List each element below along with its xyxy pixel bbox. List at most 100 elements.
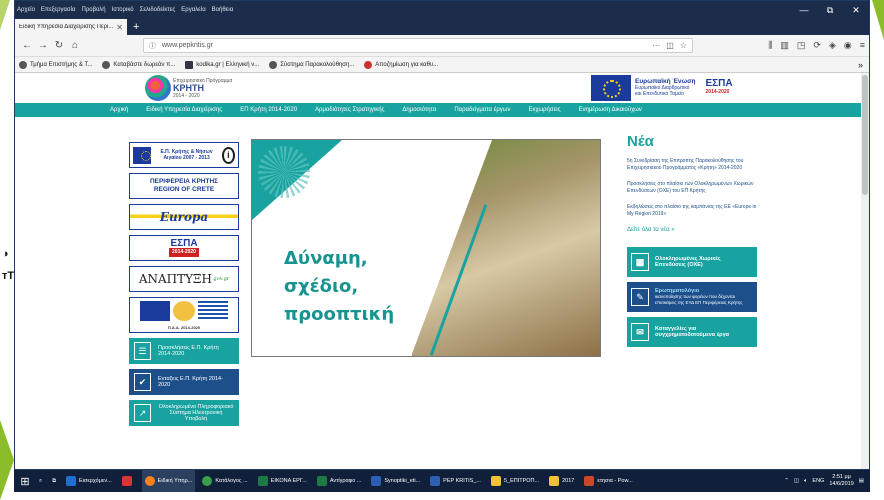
forward-icon[interactable]: → — [35, 38, 51, 54]
button-label: Ενταξεις Ε.Π. Κρήτη 2014-2020 — [158, 376, 223, 388]
menu-help[interactable]: Βοήθεια — [212, 7, 234, 13]
page-actions-icon[interactable]: ··· — [652, 41, 660, 50]
search-icon[interactable]: ⌕ — [36, 470, 45, 492]
clock-date: 14/6/2019 — [829, 481, 854, 487]
hamburger-menu-icon[interactable]: ≡ — [860, 40, 865, 51]
account-icon[interactable]: ◉ — [844, 40, 852, 51]
bookmark-item[interactable]: Αποζημίωση για καθυ... — [364, 60, 438, 69]
pdf-icon — [121, 476, 132, 486]
nav-beneficiaries[interactable]: Ενημέρωση Δικαιούχων — [579, 107, 642, 113]
tray-arrow-icon[interactable]: ⌃ — [784, 478, 789, 484]
volume-icon[interactable]: 🔈︎ — [804, 478, 807, 485]
ep-crete-2007-link[interactable]: Ε.Π. Κρήτης & Νήσων Αιγαίου 2007 - 2013 … — [129, 142, 239, 168]
extension-icon[interactable]: ◈ — [829, 40, 836, 51]
menu-bookmarks[interactable]: Σελιδοδείκτες — [140, 7, 176, 13]
word-icon — [371, 476, 382, 486]
bookmark-item[interactable]: Τμήμα Επιστήμης & Τ... — [19, 60, 92, 69]
taskbar-item-outlook[interactable]: Εισερχόμεν... — [63, 470, 115, 492]
nav-ep-crete[interactable]: ΕΠ Κρήτη 2014-2020 — [240, 107, 297, 113]
hero-pattern — [258, 146, 310, 198]
tab-title: Ειδική Υπηρεσία Διαχείρισης Περι... — [19, 24, 114, 30]
mis-submission-button[interactable]: ↗ Ολοκληρωμένο Πληροφοριακό Σύστημα Ηλεκ… — [129, 400, 239, 426]
taskbar-item-excel[interactable]: Αντίγραφο ... — [314, 470, 365, 492]
taskbar-item-firefox[interactable]: Ειδική Υπηρ... — [141, 470, 196, 492]
taskbar-item-folder[interactable]: 2017 — [546, 470, 577, 492]
pocket-icon[interactable]: ◫ — [666, 41, 674, 50]
questionnaire-button[interactable]: ✎ Ερωτηματολόγιο ικανοποίησης των φορέων… — [627, 282, 757, 312]
site-header: Επιχειρησιακό Πρόγραμμα ΚΡΗΤΗ 2014 - 202… — [15, 73, 869, 103]
link-label: Ε.Π. Κρήτης & Νήσων Αιγαίου 2007 - 2013 — [160, 149, 213, 161]
browser-tab[interactable]: Ειδική Υπηρεσία Διαχείρισης Περι... ✕ — [15, 19, 127, 35]
windows-start-icon[interactable]: ⊞ — [14, 470, 36, 492]
notifications-icon[interactable]: ▤ — [859, 478, 864, 484]
site-info-icon[interactable]: ⓘ — [149, 41, 156, 51]
address-bar[interactable]: ⓘ www.pepkritis.gr ··· ◫ ☆ — [143, 38, 693, 53]
taskbar-item-pdf[interactable] — [119, 470, 138, 492]
scrollbar-thumb[interactable] — [862, 75, 868, 195]
sidebar-icon[interactable]: ▥ — [780, 40, 789, 51]
menu-tools[interactable]: Εργαλεία — [181, 7, 205, 13]
nav-assignments[interactable]: Εκχωρήσεις — [528, 107, 560, 113]
nav-publicity[interactable]: Δημοσιότητα — [402, 107, 436, 113]
hero-banner[interactable]: Δύναμη, σχέδιο, προοπτική — [251, 139, 601, 357]
oxe-button[interactable]: ▦ Ολοκληρωμένες Χωρικές Επενδύσεις (ΟΧΕ) — [627, 247, 757, 277]
taskbar-item-word[interactable]: Synoptiki_eti... — [368, 470, 423, 492]
program-logo[interactable]: Επιχειρησιακό Πρόγραμμα ΚΡΗΤΗ 2014 - 202… — [145, 75, 232, 101]
map-icon: ▦ — [631, 253, 649, 271]
region-of-crete-link[interactable]: ΠΕΡΙΦΕΡΕΙΑ ΚΡΗΤΗΣ REGION OF CRETE — [129, 173, 239, 199]
inclusions-button[interactable]: ✔ Ενταξεις Ε.Π. Κρήτη 2014-2020 — [129, 369, 239, 395]
more-bookmarks-icon[interactable]: » — [858, 60, 863, 70]
reload-icon[interactable]: ↻ — [51, 38, 67, 54]
paa-2014-2020-link[interactable]: Π.Α.Α. 2014-2020 — [129, 297, 239, 333]
page-scrollbar[interactable] — [861, 73, 869, 469]
espa-link[interactable]: ΕΣΠΑ 2014-2020 — [129, 235, 239, 261]
all-news-link[interactable]: Δείτε όλα τα νέα » — [627, 227, 757, 233]
close-tab-icon[interactable]: ✕ — [116, 23, 123, 32]
complaints-button[interactable]: ✉ Καταγγελίες για συγχρηματοδοτούμενα έρ… — [627, 317, 757, 347]
close-window-button[interactable]: ✕ — [843, 1, 869, 19]
maximize-button[interactable]: ⧉ — [817, 1, 843, 19]
europa-link[interactable]: Europa — [129, 204, 239, 230]
menu-edit[interactable]: Επεξεργασία — [41, 7, 76, 13]
taskbar-item-excel[interactable]: ΕΙΚΟΝΑ ΕΡΓ... — [255, 470, 310, 492]
greek-flag-icon — [198, 300, 228, 321]
news-item[interactable]: 5η Συνεδρίαση της Επιτροπής Παρακολούθησ… — [627, 158, 757, 172]
news-item[interactable]: Προσκλήσεις στο πλαίσιο των Ολοκληρωμένω… — [627, 181, 757, 195]
calls-button[interactable]: ☰ Προσκλήσεις Ε.Π. Κρήτη 2014-2020 — [129, 338, 239, 364]
tab-bar: Ειδική Υπηρεσία Διαχείρισης Περι... ✕ + — [15, 19, 869, 35]
contrast-icon[interactable]: ◑ — [2, 243, 16, 265]
text-size-icon[interactable]: тT — [2, 265, 16, 287]
nav-strategy[interactable]: Αρμοδιότητες Στρατηγικής — [315, 107, 384, 113]
home-icon[interactable]: ⌂ — [67, 38, 83, 54]
bookmark-item[interactable]: Καταβάστε δωρεάν π... — [102, 60, 175, 69]
bookmark-star-icon[interactable]: ☆ — [680, 41, 687, 50]
network-icon[interactable]: ◫ — [794, 478, 799, 484]
task-view-icon[interactable]: ⧉ — [49, 470, 59, 492]
bookmark-item[interactable]: Σύστημα Παρακολούθηση... — [269, 60, 354, 69]
sync-icon[interactable]: ⟳ — [813, 40, 821, 51]
news-item[interactable]: Εκδηλώσεις στο πλαίσιο της καμπάνιας της… — [627, 204, 757, 218]
taskbar-item-folder[interactable]: 5_ΕΠΙΤΡΟΠ... — [488, 470, 542, 492]
taskbar-item-word[interactable]: PEP KRITIS_... — [427, 470, 484, 492]
language-indicator[interactable]: ENG — [812, 478, 824, 484]
nav-project-examples[interactable]: Παραδείγματα έργων — [454, 107, 510, 113]
navigation-bar: ← → ↻ ⌂ ⓘ www.pepkritis.gr ··· ◫ ☆ ⫼ ▥ ◳… — [15, 35, 869, 57]
eu-flag-icon — [133, 146, 152, 164]
new-tab-button[interactable]: + — [133, 19, 139, 35]
bookmark-item[interactable]: kodika.gr | Ελληνική ν... — [185, 60, 259, 69]
nav-managing-authority[interactable]: Ειδική Υπηρεσία Διαχείρισης — [146, 107, 222, 113]
taskbar-item-powerpoint[interactable]: ετησια - Pow... — [581, 470, 635, 492]
clock[interactable]: 2:51 μμ 14/6/2019 — [829, 474, 853, 488]
back-icon[interactable]: ← — [19, 38, 35, 54]
menu-view[interactable]: Προβολή — [82, 7, 106, 13]
library-icon[interactable]: ⫼ — [768, 40, 772, 51]
screenshot-icon[interactable]: ◳ — [797, 40, 806, 51]
taskbar-item-chrome[interactable]: Κατάλογος ... — [199, 470, 250, 492]
button-label: Καταγγελίες για συγχρηματοδοτούμενα έργα — [655, 326, 730, 338]
chrome-icon — [202, 476, 213, 486]
menu-file[interactable]: Αρχείο — [17, 7, 35, 13]
nav-home[interactable]: Αρχική — [110, 107, 128, 113]
menu-history[interactable]: Ιστορικό — [112, 7, 134, 13]
minimize-button[interactable]: — — [791, 1, 817, 19]
anaptyxi-link[interactable]: ΑΝΑΠΤΥΞΗ .gov.gr — [129, 266, 239, 292]
